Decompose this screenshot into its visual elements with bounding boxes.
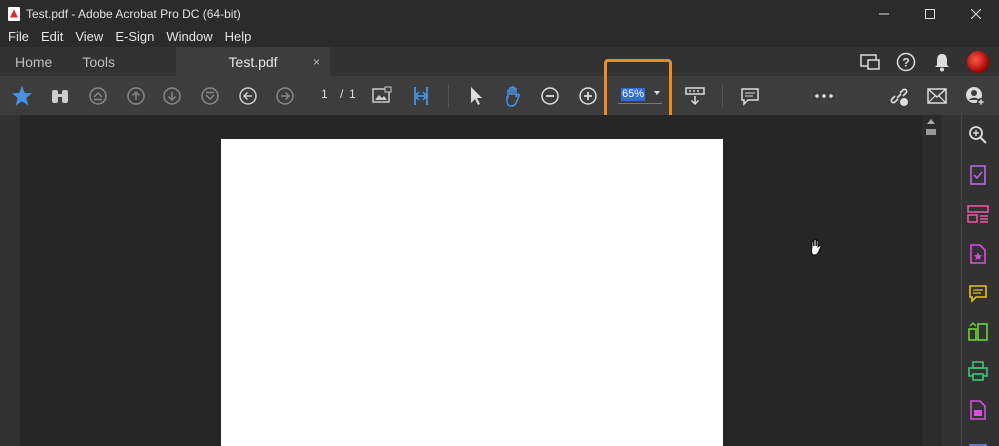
minimize-icon [879,13,889,14]
add-user-icon[interactable] [963,84,987,108]
search-zoom-icon[interactable] [967,124,989,146]
more-tools-icon[interactable] [967,437,989,446]
protect-icon[interactable] [967,399,989,421]
left-navigation-strip[interactable] [0,115,20,446]
notification-bell-icon[interactable] [931,51,953,73]
email-icon[interactable] [925,84,949,108]
close-button[interactable] [953,0,999,27]
minimize-button[interactable] [861,0,907,27]
maximize-icon [925,8,935,19]
comment-icon[interactable] [738,84,762,108]
toolbar-separator [448,85,449,107]
menu-window[interactable]: Window [160,27,218,47]
zoom-in-icon[interactable] [576,84,600,108]
more-icon[interactable] [812,84,836,108]
pdf-page[interactable] [221,139,723,446]
menu-esign[interactable]: E-Sign [109,27,160,47]
toolbar-separator [722,85,723,107]
tab-bar: Home Tools Test.pdf × ? [0,47,999,76]
pane-divider [961,115,962,446]
share-link-icon[interactable] [887,84,911,108]
tab-document-label: Test.pdf [228,53,278,70]
user-avatar[interactable] [967,50,989,73]
tab-document[interactable]: Test.pdf × [176,47,331,76]
tab-close-button[interactable]: × [313,55,320,69]
first-page-icon[interactable] [86,84,110,108]
read-mode-icon[interactable] [683,84,707,108]
hand-tool-icon[interactable] [501,84,525,108]
page-total: 1 [349,87,356,101]
scrollbar-thumb[interactable] [926,129,936,135]
window-title: Test.pdf - Adobe Acrobat Pro DC (64-bit) [26,6,241,21]
close-icon [971,8,981,19]
help-icon[interactable]: ? [895,51,917,73]
menu-file[interactable]: File [2,27,35,47]
window-controls [861,0,999,27]
acrobat-app-icon [8,6,20,21]
hand-cursor-icon [811,238,822,256]
print-production-icon[interactable] [967,360,989,382]
export-pdf-icon[interactable] [967,243,989,265]
page-separator: / [340,87,344,101]
forward-icon[interactable] [273,84,297,108]
fill-sign-icon[interactable] [967,164,989,186]
svg-text:?: ? [902,55,909,69]
back-icon[interactable] [236,84,260,108]
tab-home[interactable]: Home [0,47,67,76]
comment-icon[interactable] [967,282,989,304]
select-cursor-icon[interactable] [464,84,488,108]
menu-view[interactable]: View [69,27,109,47]
tabbar-actions: ? [859,47,989,76]
organize-pages-icon[interactable] [967,203,989,225]
compare-icon[interactable] [967,321,989,343]
scan-image-icon[interactable] [370,84,394,108]
title-bar: Test.pdf - Adobe Acrobat Pro DC (64-bit) [0,0,999,27]
menu-edit[interactable]: Edit [35,27,69,47]
scroll-up-arrow-icon[interactable] [927,119,935,124]
tab-tools[interactable]: Tools [67,47,130,76]
page-layout-icon[interactable] [409,84,433,108]
star-bookmark-icon[interactable] [10,84,34,108]
maximize-button[interactable] [907,0,953,27]
main-toolbar: 1 / 1 65% [0,76,999,115]
menu-bar: File Edit View E-Sign Window Help [0,27,999,47]
previous-page-icon[interactable] [124,84,148,108]
vertical-scrollbar[interactable] [922,115,940,446]
menu-help[interactable]: Help [219,27,258,47]
current-page-input[interactable]: 1 [321,87,328,101]
next-page-icon[interactable] [160,84,184,108]
right-tools-pane [940,115,999,446]
share-screen-icon[interactable] [859,51,881,73]
zoom-out-icon[interactable] [538,84,562,108]
last-page-icon[interactable] [198,84,222,108]
find-icon[interactable] [48,84,72,108]
